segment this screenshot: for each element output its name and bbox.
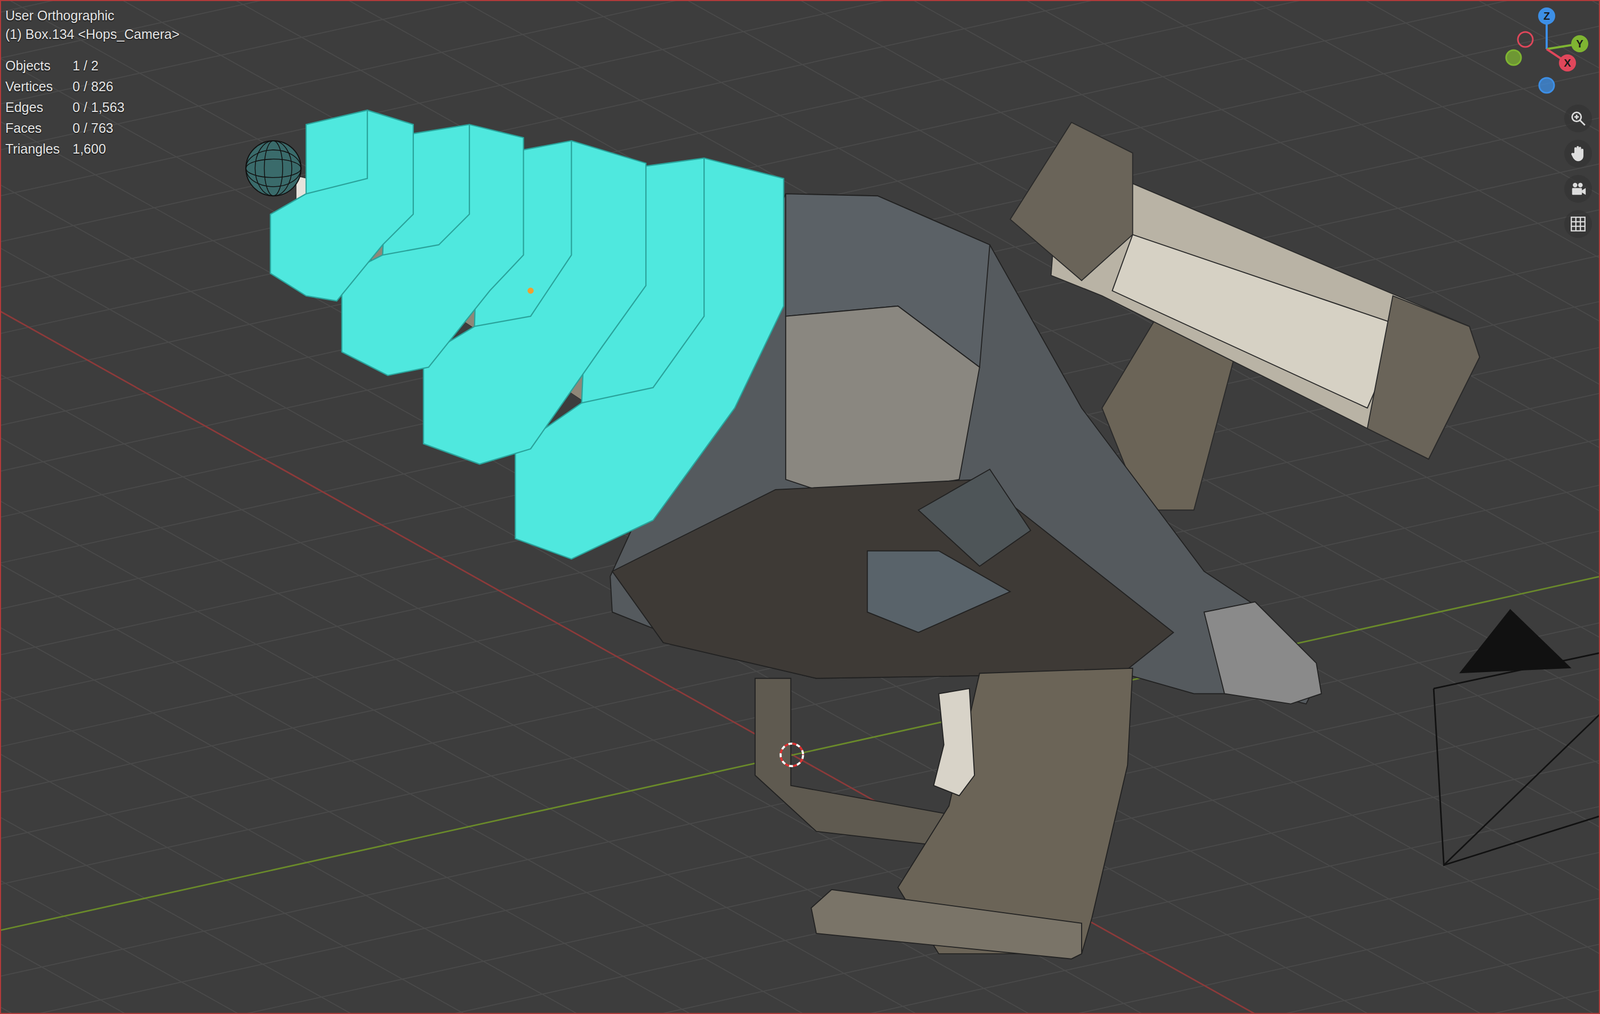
- navigation-gizmo[interactable]: Z YX: [1504, 5, 1595, 102]
- axis-handle[interactable]: [1558, 54, 1576, 72]
- viewport-tools: [1564, 104, 1592, 238]
- viewport[interactable]: User Orthographic (1) Box.134 <Hops_Came…: [0, 0, 1600, 1014]
- stats-overlay: Objects1 / 2Vertices0 / 826Edges0 / 1,56…: [5, 55, 180, 160]
- viewport-info: User Orthographic (1) Box.134 <Hops_Came…: [5, 6, 180, 160]
- active-frame: [0, 0, 1600, 1014]
- object-label: (1) Box.134 <Hops_Camera>: [5, 25, 180, 44]
- scene-canvas[interactable]: [0, 0, 1600, 1014]
- negative-axis-handle[interactable]: [1517, 32, 1533, 47]
- stat-value: 0 / 1,563: [72, 97, 180, 118]
- negative-axis-handle[interactable]: [1539, 77, 1555, 93]
- axis-handle[interactable]: [1538, 7, 1556, 25]
- camera-icon[interactable]: [1564, 174, 1592, 203]
- zoom-icon[interactable]: [1564, 104, 1592, 133]
- stat-value: 0 / 826: [72, 76, 180, 98]
- stat-value: 0 / 763: [72, 117, 180, 139]
- stat-label: Faces: [5, 117, 69, 139]
- axis-label: X: [1563, 57, 1572, 69]
- axis-label: Y: [1576, 37, 1584, 50]
- stat-label: Triangles: [5, 138, 69, 160]
- axis-label: Z: [1543, 10, 1550, 22]
- stat-label: Vertices: [5, 76, 69, 98]
- hand-icon[interactable]: [1564, 139, 1592, 168]
- axis-handle[interactable]: [1571, 35, 1589, 53]
- grid-icon[interactable]: [1564, 210, 1592, 238]
- stat-label: Objects: [5, 55, 69, 77]
- view-label: User Orthographic: [5, 6, 180, 26]
- negative-axis-handle[interactable]: [1506, 50, 1522, 66]
- stat-label: Edges: [5, 97, 69, 118]
- stat-value: 1,600: [72, 138, 180, 160]
- stat-value: 1 / 2: [72, 55, 180, 77]
